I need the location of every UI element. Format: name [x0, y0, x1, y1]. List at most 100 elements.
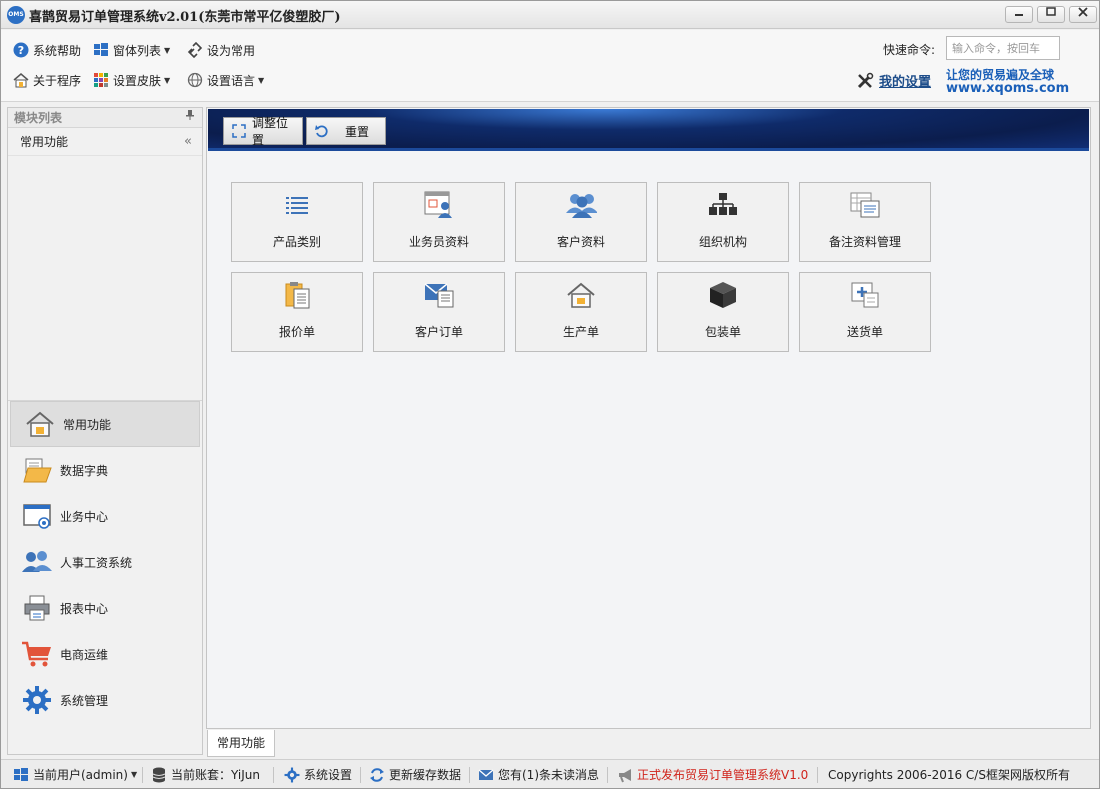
sidebar-item-label: 电商运维	[60, 647, 109, 662]
banner: 调整位置 重置	[208, 109, 1089, 151]
tile-label: 送货单	[846, 325, 883, 339]
tile-notes[interactable]: 备注资料管理	[799, 182, 931, 262]
sidebar-item-hr-payroll[interactable]: 人事工资系统	[8, 539, 202, 585]
maximize-button[interactable]	[1037, 6, 1065, 23]
set-favorite-button[interactable]: 设为常用	[187, 39, 255, 61]
refresh-icon	[369, 767, 385, 783]
my-settings-label: 我的设置	[879, 75, 932, 90]
sidebar-item-label: 常用功能	[63, 417, 112, 432]
minimize-button[interactable]	[1005, 6, 1033, 23]
home-icon	[13, 72, 29, 88]
system-settings-label: 系统设置	[304, 768, 353, 782]
sidebar-item-data-dictionary[interactable]: 数据字典	[8, 447, 202, 493]
sidebar-item-system[interactable]: 系统管理	[8, 677, 202, 723]
skin-dropdown[interactable]: 设置皮肤 ▼	[93, 69, 170, 91]
tile-product-category[interactable]: 产品类别	[231, 182, 363, 262]
brand-url: www.xqoms.com	[946, 81, 1070, 96]
house-icon	[565, 280, 597, 310]
tile-label: 包装单	[704, 325, 741, 339]
tile-label: 生产单	[562, 325, 599, 339]
tile-customers[interactable]: 客户资料	[515, 182, 647, 262]
notes-icon	[849, 190, 881, 220]
tile-label: 产品类别	[272, 235, 321, 249]
maximize-icon	[1046, 7, 1056, 16]
current-user-dropdown[interactable]: 当前用户(admin) ▼	[13, 766, 137, 783]
mail-icon	[478, 767, 494, 783]
tile-label: 报价单	[278, 325, 315, 339]
app-logo-icon: OMS	[7, 6, 25, 24]
sidebar-item-business-center[interactable]: 业务中心	[8, 493, 202, 539]
collapse-icon[interactable]: «	[184, 128, 192, 156]
toolbar: ? 系统帮助 窗体列表 ▼ 设为常用 关于程序 设置皮肤 ▼ 设置语言 ▼ 快速…	[1, 30, 1099, 102]
title-bar: OMS 喜鹊贸易订单管理系统v2.01(东莞市常平亿俊塑胶厂)	[1, 1, 1099, 29]
chevron-down-icon: ▼	[164, 75, 171, 85]
module-sidebar: 模块列表 常用功能 « 常用功能 数据字典 业务中心 人事工资系统 报表中心 电…	[7, 107, 203, 755]
tile-production-order[interactable]: 生产单	[515, 272, 647, 352]
language-dropdown[interactable]: 设置语言 ▼	[187, 69, 264, 91]
current-account-label: 当前账套：YiJun	[171, 768, 260, 782]
language-label: 设置语言	[207, 73, 256, 88]
tile-quotation[interactable]: 报价单	[231, 272, 363, 352]
tile-salesperson[interactable]: 业务员资料	[373, 182, 505, 262]
reset-button[interactable]: 重置	[306, 117, 386, 145]
window-list-dropdown[interactable]: 窗体列表 ▼	[93, 39, 170, 61]
adjust-position-button[interactable]: 调整位置	[223, 116, 303, 147]
chevron-down-icon: ▼	[130, 770, 138, 779]
tile-delivery-order[interactable]: 送货单	[799, 272, 931, 352]
tile-organization[interactable]: 组织机构	[657, 182, 789, 262]
command-input[interactable]	[946, 36, 1060, 60]
divider	[273, 767, 274, 783]
chevron-down-icon: ▼	[258, 75, 265, 85]
svg-text:?: ?	[18, 44, 24, 57]
refresh-cache-button[interactable]: 更新缓存数据	[369, 766, 461, 783]
windows-icon	[13, 767, 29, 783]
help-icon: ?	[13, 42, 29, 58]
brand-slogan: 让您的贸易遍及全球	[946, 68, 1055, 82]
current-user-label: 当前用户(admin)	[33, 768, 128, 782]
system-settings-button[interactable]: 系统设置	[284, 766, 352, 783]
customers-icon	[565, 190, 597, 220]
tile-label: 业务员资料	[408, 235, 469, 249]
sidebar-item-common[interactable]: 常用功能	[10, 401, 200, 447]
close-icon	[1078, 7, 1088, 17]
help-button[interactable]: ? 系统帮助	[13, 39, 81, 61]
about-label: 关于程序	[33, 73, 82, 88]
chevron-down-icon: ▼	[164, 45, 171, 55]
window-list-label: 窗体列表	[113, 43, 162, 58]
tools-icon	[856, 72, 874, 90]
tab-common-functions[interactable]: 常用功能	[207, 730, 275, 757]
about-button[interactable]: 关于程序	[13, 69, 81, 91]
windows-icon	[93, 42, 109, 58]
adjust-position-label: 调整位置	[252, 116, 289, 147]
tile-label: 客户订单	[414, 325, 463, 339]
salesperson-icon	[423, 190, 455, 220]
sidebar-item-reports[interactable]: 报表中心	[8, 585, 202, 631]
unread-messages-button[interactable]: 您有(1)条未读消息	[478, 766, 599, 783]
window-eye-icon	[20, 500, 54, 532]
sidebar-module-label: 常用功能	[20, 135, 69, 149]
box-icon	[707, 280, 739, 310]
list-icon	[281, 190, 313, 220]
release-notice-link[interactable]: 正式发布贸易订单管理系统V1.0	[617, 766, 808, 783]
tile-packing-order[interactable]: 包装单	[657, 272, 789, 352]
my-settings-link[interactable]: 我的设置	[856, 71, 931, 90]
fit-icon	[232, 124, 246, 138]
sidebar-module-header[interactable]: 常用功能 «	[8, 128, 202, 156]
sidebar-item-label: 人事工资系统	[60, 555, 133, 570]
current-account: 当前账套：YiJun	[151, 766, 260, 783]
help-label: 系统帮助	[33, 43, 82, 58]
clipboard-icon	[281, 280, 313, 310]
divider	[360, 767, 361, 783]
pin-icon[interactable]	[186, 108, 194, 128]
cart-icon	[20, 638, 54, 670]
refresh-icon	[315, 124, 329, 138]
release-notice-label: 正式发布贸易订单管理系统V1.0	[637, 768, 809, 782]
tile-customer-order[interactable]: 客户订单	[373, 272, 505, 352]
close-button[interactable]	[1069, 6, 1097, 23]
users-icon	[20, 546, 54, 578]
unread-messages-label: 您有(1)条未读消息	[498, 768, 599, 782]
globe-icon	[187, 72, 203, 88]
home-icon	[23, 408, 57, 440]
copyright: Copyrights 2006-2016 C/S框架网版权所有	[828, 766, 1070, 783]
sidebar-item-ecommerce[interactable]: 电商运维	[8, 631, 202, 677]
